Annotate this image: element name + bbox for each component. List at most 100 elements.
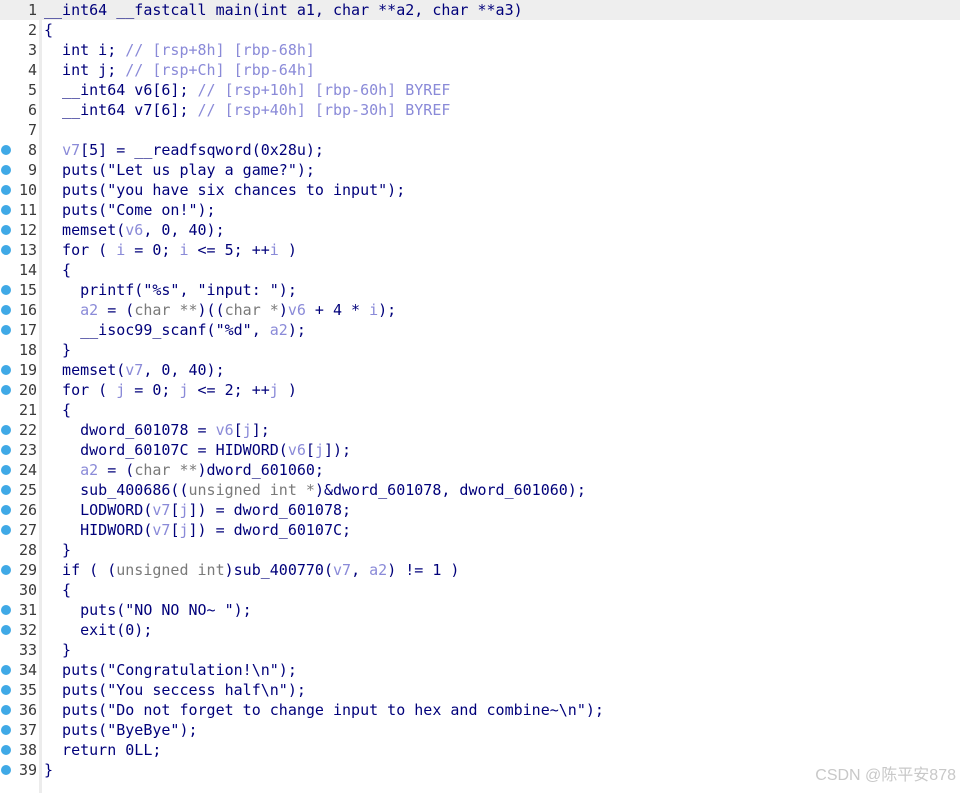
code-variable: a2 xyxy=(80,301,99,319)
code-text[interactable]: memset(v6, 0, 40); xyxy=(44,220,225,240)
code-token: [ xyxy=(233,421,243,439)
code-token: = 0; xyxy=(125,241,180,259)
watermark: CSDN @陈平安878 xyxy=(815,767,956,784)
code-text[interactable]: int j; // [rsp+Ch] [rbp-64h] xyxy=(44,60,315,80)
line-number: 3 xyxy=(27,41,37,59)
code-text[interactable]: __isoc99_scanf("%d", a2); xyxy=(44,320,306,340)
code-text[interactable]: sub_400686((unsigned int *)&dword_601078… xyxy=(44,480,586,500)
code-text[interactable]: puts("Let us play a game?"); xyxy=(44,160,315,180)
line-number: 38 xyxy=(18,741,37,759)
code-variable: v6 xyxy=(287,301,306,319)
line-number: 6 xyxy=(27,101,37,119)
code-text[interactable]: exit(0); xyxy=(44,620,152,640)
code-text[interactable]: return 0LL; xyxy=(44,740,161,760)
code-token: , 0, 40); xyxy=(143,361,225,379)
code-variable: v7 xyxy=(62,141,81,159)
line-number: 33 xyxy=(18,641,37,659)
code-text[interactable]: for ( i = 0; i <= 5; ++i ) xyxy=(44,240,297,260)
code-token: } xyxy=(44,541,72,559)
code-token: puts("Do not forget to change input to h… xyxy=(44,701,604,719)
line-number: 20 xyxy=(18,381,37,399)
line-number: 30 xyxy=(18,581,37,599)
code-text[interactable]: { xyxy=(44,580,71,600)
line-number: 2 xyxy=(27,21,37,39)
code-text[interactable]: LODWORD(v7[j]) = dword_601078; xyxy=(44,500,351,520)
code-text[interactable]: int i; // [rsp+8h] [rbp-68h] xyxy=(44,40,315,60)
code-text[interactable]: dword_601078 = v6[j]; xyxy=(44,420,270,440)
code-text[interactable]: v7[5] = __readfsqword(0x28u); xyxy=(44,140,324,160)
code-text[interactable]: puts("Do not forget to change input to h… xyxy=(44,700,604,720)
code-token: { xyxy=(44,581,72,599)
code-token: exit(0); xyxy=(44,621,153,639)
code-text[interactable]: __int64 v7[6]; // [rsp+40h] [rbp-30h] BY… xyxy=(44,100,450,120)
code-text[interactable]: } xyxy=(44,640,71,660)
code-token: for ( xyxy=(44,241,117,259)
code-token: ]; xyxy=(251,421,270,439)
code-token: { xyxy=(44,261,72,279)
code-text[interactable]: HIDWORD(v7[j]) = dword_60107C; xyxy=(44,520,351,540)
code-variable: v6 xyxy=(125,221,144,239)
code-token: int j; xyxy=(44,61,126,79)
code-text[interactable]: if ( (unsigned int)sub_400770(v7, a2) !=… xyxy=(44,560,459,580)
code-text[interactable]: memset(v7, 0, 40); xyxy=(44,360,225,380)
code-token: } xyxy=(44,641,72,659)
code-text[interactable]: a2 = (char **)((char *)v6 + 4 * i); xyxy=(44,300,396,320)
code-variable: a2 xyxy=(369,561,388,579)
code-variable: v7 xyxy=(125,361,144,379)
code-text[interactable]: puts("You seccess half\n"); xyxy=(44,680,306,700)
code-text[interactable]: printf("%s", "input: "); xyxy=(44,280,297,300)
code-text[interactable]: } xyxy=(44,760,53,780)
line-number: 25 xyxy=(18,481,37,499)
code-token: = ( xyxy=(98,301,135,319)
line-number: 28 xyxy=(18,541,37,559)
code-text[interactable]: puts("Congratulation!\n"); xyxy=(44,660,297,680)
code-variable: v6 xyxy=(215,421,234,439)
code-token: , 0, 40); xyxy=(143,221,225,239)
code-token: puts("Let us play a game?"); xyxy=(44,161,315,179)
code-text[interactable]: puts("NO NO NO~ "); xyxy=(44,600,252,620)
code-token: <= 5; ++ xyxy=(188,241,270,259)
line-number: 34 xyxy=(18,661,37,679)
code-text[interactable]: __int64 __fastcall main(int a1, char **a… xyxy=(44,0,523,20)
code-text[interactable]: puts("ByeBye"); xyxy=(44,720,197,740)
code-variable: j xyxy=(179,501,189,519)
code-text[interactable]: { xyxy=(44,20,53,40)
code-text[interactable]: } xyxy=(44,540,71,560)
code-token: puts("Congratulation!\n"); xyxy=(44,661,297,679)
code-text[interactable]: } xyxy=(44,340,71,360)
code-text[interactable]: { xyxy=(44,400,71,420)
line-number: 24 xyxy=(18,461,37,479)
code-text[interactable]: { xyxy=(44,260,71,280)
code-comment: // [rsp+10h] [rbp-60h] BYREF xyxy=(197,81,451,99)
code-token: + 4 * xyxy=(305,301,370,319)
code-type-cast: char * xyxy=(224,301,279,319)
line-number: 16 xyxy=(18,301,37,319)
code-token: puts("NO NO NO~ "); xyxy=(44,601,252,619)
code-text[interactable]: puts("Come on!"); xyxy=(44,200,216,220)
code-text[interactable]: puts("you have six chances to input"); xyxy=(44,180,405,200)
code-text[interactable]: __int64 v6[6]; // [rsp+10h] [rbp-60h] BY… xyxy=(44,80,450,100)
code-token: )sub_400770( xyxy=(224,561,333,579)
line-number: 7 xyxy=(27,121,37,139)
code-text[interactable]: for ( j = 0; j <= 2; ++j ) xyxy=(44,380,297,400)
gutter-separator xyxy=(39,0,42,793)
code-token: { xyxy=(44,21,54,39)
code-token: for ( xyxy=(44,381,117,399)
code-line[interactable]: 1 __int64 __fastcall main(int a1, char **… xyxy=(0,0,960,20)
code-comment: // [rsp+40h] [rbp-30h] BYREF xyxy=(197,101,451,119)
code-token: HIDWORD( xyxy=(44,521,153,539)
line-number: 31 xyxy=(18,601,37,619)
code-text[interactable]: a2 = (char **)dword_601060; xyxy=(44,460,324,480)
code-token: )(( xyxy=(197,301,225,319)
code-token: memset( xyxy=(44,221,126,239)
code-text[interactable]: dword_60107C = HIDWORD(v6[j]); xyxy=(44,440,351,460)
code-token: __int64 __fastcall main(int a1, char **a… xyxy=(44,1,523,19)
code-token: int i; xyxy=(44,41,126,59)
code-variable: v7 xyxy=(152,521,171,539)
code-token: puts("Come on!"); xyxy=(44,201,216,219)
line-number: 35 xyxy=(18,681,37,699)
code-token: <= 2; ++ xyxy=(188,381,270,399)
code-token: sub_400686(( xyxy=(44,481,189,499)
